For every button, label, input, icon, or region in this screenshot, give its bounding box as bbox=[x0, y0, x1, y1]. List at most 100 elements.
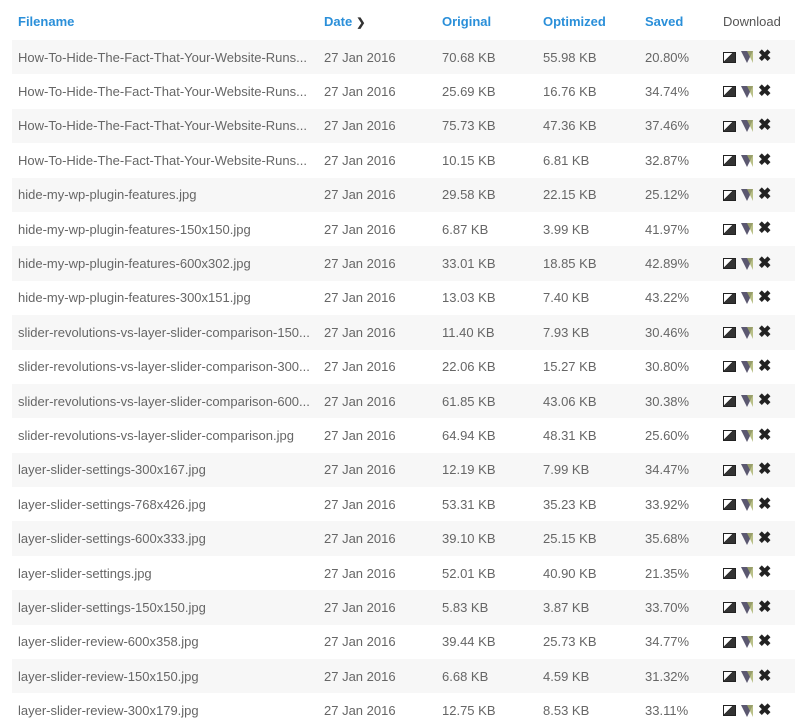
table-row: slider-revolutions-vs-layer-slider-compa… bbox=[12, 383, 795, 419]
filename-cell: slider-revolutions-vs-layer-slider-compa… bbox=[18, 427, 294, 443]
image-icon[interactable] bbox=[723, 499, 736, 511]
optimized-download-icon[interactable] bbox=[741, 532, 753, 545]
image-icon[interactable] bbox=[723, 361, 736, 373]
image-icon[interactable] bbox=[723, 155, 736, 167]
image-icon[interactable] bbox=[723, 327, 736, 339]
image-icon[interactable] bbox=[723, 395, 736, 407]
original-size-cell: 12.19 KB bbox=[442, 462, 496, 478]
image-icon[interactable] bbox=[723, 636, 736, 648]
optimized-download-icon[interactable] bbox=[741, 360, 753, 373]
image-icon[interactable] bbox=[723, 464, 736, 476]
delete-icon[interactable]: ✖ bbox=[758, 255, 771, 272]
optimized-download-icon[interactable] bbox=[741, 189, 753, 202]
optimized-download-icon[interactable] bbox=[741, 567, 753, 580]
optimized-header[interactable]: Optimized bbox=[537, 3, 639, 40]
image-icon[interactable] bbox=[723, 430, 736, 442]
delete-icon[interactable]: ✖ bbox=[758, 668, 771, 685]
image-icon[interactable] bbox=[723, 533, 736, 545]
image-icon[interactable] bbox=[723, 189, 736, 201]
download-actions: ✖ bbox=[717, 143, 795, 177]
image-icon[interactable] bbox=[723, 602, 736, 614]
download-actions: ✖ bbox=[717, 521, 795, 555]
table-row: How-To-Hide-The-Fact-That-Your-Website-R… bbox=[12, 40, 795, 75]
table-row: layer-slider-review-300x179.jpg 27 Jan 20… bbox=[12, 693, 795, 727]
saved-percent-cell: 30.80% bbox=[645, 359, 690, 375]
optimized-download-icon[interactable] bbox=[741, 85, 753, 98]
image-icon[interactable] bbox=[723, 223, 736, 235]
delete-icon[interactable]: ✖ bbox=[758, 634, 771, 650]
optimized-download-icon[interactable] bbox=[741, 464, 753, 477]
optimized-download-icon[interactable] bbox=[741, 326, 753, 339]
optimized-size-cell: 43.06 KB bbox=[543, 393, 597, 409]
delete-icon[interactable]: ✖ bbox=[758, 496, 771, 513]
delete-icon[interactable]: ✖ bbox=[758, 599, 771, 616]
original-size-cell: 52.01 KB bbox=[442, 565, 496, 581]
optimized-download-icon[interactable] bbox=[741, 120, 753, 133]
original-size-cell: 39.10 KB bbox=[442, 531, 496, 547]
date-cell: 27 Jan 2016 bbox=[324, 462, 396, 478]
table-row: layer-slider-settings.jpg 27 Jan 2016 52.0… bbox=[12, 556, 795, 590]
optimized-download-icon[interactable] bbox=[741, 154, 753, 167]
optimized-download-icon[interactable] bbox=[741, 257, 753, 270]
delete-icon[interactable]: ✖ bbox=[758, 152, 771, 169]
filename-cell: How-To-Hide-The-Fact-That-Your-Website-R… bbox=[18, 84, 307, 100]
delete-icon[interactable]: ✖ bbox=[758, 187, 771, 203]
table-row: hide-my-wp-plugin-features-300x151.jpg 27… bbox=[12, 281, 795, 315]
delete-icon[interactable]: ✖ bbox=[758, 49, 771, 65]
date-cell: 27 Jan 2016 bbox=[324, 359, 396, 375]
download-actions: ✖ bbox=[717, 74, 795, 108]
delete-icon[interactable]: ✖ bbox=[758, 83, 771, 100]
saved-percent-cell: 25.12% bbox=[645, 187, 690, 203]
download-actions: ✖ bbox=[717, 178, 795, 212]
date-header[interactable]: Date ❯ bbox=[318, 3, 436, 40]
original-header[interactable]: Original bbox=[436, 3, 537, 40]
optimized-download-icon[interactable] bbox=[741, 429, 753, 442]
delete-icon[interactable]: ✖ bbox=[758, 358, 771, 375]
delete-icon[interactable]: ✖ bbox=[758, 324, 771, 341]
download-actions: ✖ bbox=[717, 590, 795, 624]
image-icon[interactable] bbox=[723, 567, 736, 579]
delete-icon[interactable]: ✖ bbox=[758, 702, 771, 719]
optimized-download-icon[interactable] bbox=[741, 704, 753, 717]
filename-cell: layer-slider-settings-600x333.jpg bbox=[18, 531, 206, 547]
delete-icon[interactable]: ✖ bbox=[758, 565, 771, 581]
optimized-download-icon[interactable] bbox=[741, 292, 753, 305]
optimized-size-cell: 7.99 KB bbox=[543, 462, 590, 478]
download-actions: ✖ bbox=[717, 418, 795, 452]
delete-icon[interactable]: ✖ bbox=[758, 530, 771, 547]
original-size-cell: 75.73 KB bbox=[442, 118, 496, 134]
image-icon[interactable] bbox=[723, 292, 736, 304]
optimized-download-icon[interactable] bbox=[741, 670, 753, 683]
optimized-download-icon[interactable] bbox=[741, 51, 753, 64]
delete-icon[interactable]: ✖ bbox=[758, 118, 771, 134]
delete-icon[interactable]: ✖ bbox=[758, 427, 771, 444]
image-icon[interactable] bbox=[723, 51, 736, 63]
delete-icon[interactable]: ✖ bbox=[758, 221, 771, 237]
delete-icon[interactable]: ✖ bbox=[758, 462, 771, 478]
original-size-cell: 70.68 KB bbox=[442, 49, 496, 65]
image-icon[interactable] bbox=[723, 671, 736, 682]
optimized-size-cell: 55.98 KB bbox=[543, 49, 597, 65]
optimized-download-icon[interactable] bbox=[741, 636, 753, 649]
optimized-download-icon[interactable] bbox=[741, 395, 753, 408]
optimized-download-icon[interactable] bbox=[741, 223, 753, 236]
image-icon[interactable] bbox=[723, 120, 736, 132]
filename-header[interactable]: Filename bbox=[12, 3, 318, 40]
original-size-cell: 6.68 KB bbox=[442, 668, 489, 684]
image-icon[interactable] bbox=[723, 705, 736, 717]
download-actions: ✖ bbox=[717, 281, 795, 315]
saved-header[interactable]: Saved bbox=[639, 3, 717, 40]
filename-cell: How-To-Hide-The-Fact-That-Your-Website-R… bbox=[18, 152, 307, 168]
filename-cell: layer-slider-settings-150x150.jpg bbox=[18, 599, 206, 615]
image-icon[interactable] bbox=[723, 86, 736, 98]
optimized-download-icon[interactable] bbox=[741, 498, 753, 511]
optimized-size-cell: 8.53 KB bbox=[543, 703, 590, 719]
image-icon[interactable] bbox=[723, 258, 736, 270]
table-row: layer-slider-settings-600x333.jpg 27 Jan … bbox=[12, 521, 795, 556]
delete-icon[interactable]: ✖ bbox=[758, 290, 771, 306]
date-cell: 27 Jan 2016 bbox=[324, 703, 396, 719]
download-header: Download bbox=[723, 14, 781, 29]
optimized-download-icon[interactable] bbox=[741, 601, 753, 614]
table-row: layer-slider-settings-300x167.jpg 27 Jan … bbox=[12, 452, 795, 488]
delete-icon[interactable]: ✖ bbox=[758, 393, 771, 409]
